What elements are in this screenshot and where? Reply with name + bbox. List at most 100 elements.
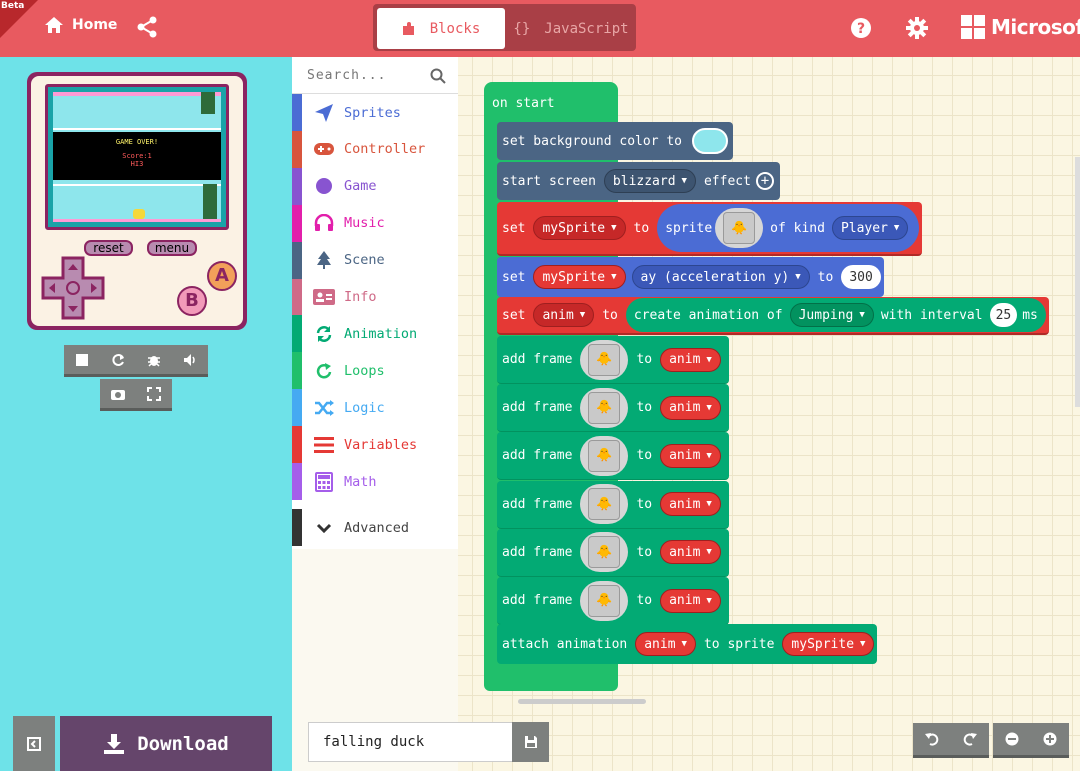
stop-button[interactable] — [64, 345, 100, 377]
set-anim-block[interactable]: set anim ▼ to create animation of Jumping… — [497, 297, 1049, 335]
frame-image-slot[interactable]: 🐥 — [580, 532, 629, 573]
category-sprites[interactable]: Sprites — [292, 94, 458, 131]
circle-icon — [313, 175, 335, 197]
property-dropdown[interactable]: ay (acceleration y) ▼ — [631, 265, 810, 289]
microsoft-windows-icon — [961, 15, 985, 39]
toolbox-search[interactable]: Search... — [292, 57, 458, 94]
variable-dropdown[interactable]: mySprite ▼ — [533, 216, 626, 240]
a-button[interactable]: A — [207, 261, 237, 291]
tab-javascript[interactable]: {} JavaScript — [509, 8, 633, 49]
zoom-out-button[interactable] — [993, 723, 1031, 758]
save-icon — [524, 736, 537, 748]
category-music[interactable]: Music — [292, 204, 458, 242]
loop-icon — [313, 360, 335, 382]
share-button[interactable] — [136, 16, 158, 38]
variable-dropdown[interactable]: mySprite ▼ — [533, 265, 626, 289]
category-info[interactable]: Info — [292, 278, 458, 316]
blocks-workspace[interactable]: on start set background color to start s… — [458, 57, 1080, 771]
download-button[interactable]: Download — [60, 716, 272, 771]
variable-dropdown[interactable]: anim ▼ — [660, 347, 721, 372]
kind-dropdown[interactable]: Player ▼ — [831, 216, 909, 240]
home-icon — [45, 17, 63, 33]
set-sprite-block[interactable]: set mySprite ▼ to sprite 🐥 of kind Player… — [497, 202, 923, 256]
start-screen-block[interactable]: start screen blizzard ▼ effect + — [497, 162, 780, 200]
variable-dropdown[interactable]: anim ▼ — [660, 540, 721, 565]
interval-value[interactable]: 25 — [989, 303, 1018, 327]
microsoft-logo[interactable]: Microsoft — [961, 15, 1080, 39]
mute-button[interactable] — [172, 345, 208, 377]
redo-button[interactable] — [951, 723, 989, 758]
add-frame-block[interactable]: add frame 🐥 to anim ▼ — [497, 336, 729, 384]
ms-label: ms — [1022, 307, 1038, 323]
debug-button[interactable] — [136, 345, 172, 377]
project-name-input[interactable]: falling duck — [323, 734, 424, 750]
screenshot-button[interactable] — [100, 379, 136, 411]
create-animation-block[interactable]: create animation of Jumping ▼ with interv… — [625, 298, 1046, 332]
add-frame-block[interactable]: add frame 🐥 to anim ▼ — [497, 528, 729, 577]
add-plus-icon[interactable]: + — [755, 172, 774, 190]
duck-icon: 🐥 — [588, 488, 621, 521]
frame-image-slot[interactable]: 🐥 — [580, 435, 629, 476]
tab-blocks[interactable]: Blocks — [377, 8, 505, 49]
collapse-simulator-button[interactable] — [13, 716, 55, 771]
home-button[interactable]: Home — [44, 16, 117, 34]
settings-button[interactable] — [906, 17, 928, 39]
sprite-create-block[interactable]: sprite 🐥 of kind Player ▼ — [657, 204, 920, 252]
category-logic[interactable]: Logic — [292, 389, 458, 427]
add-frame-block[interactable]: add frame 🐥 to anim ▼ — [497, 577, 729, 625]
background-color-swatch[interactable] — [692, 128, 729, 154]
add-frame-block[interactable]: add frame 🐥 to anim ▼ — [497, 432, 729, 481]
category-label: Info — [344, 289, 377, 305]
set-acceleration-block[interactable]: set mySprite ▼ ay (acceleration y) ▼ to 30… — [497, 257, 884, 297]
variable-dropdown[interactable]: anim ▼ — [660, 588, 721, 613]
category-animation[interactable]: Animation — [292, 315, 458, 353]
help-button[interactable]: ? — [850, 17, 872, 39]
project-name-field[interactable]: falling duck — [308, 722, 549, 762]
category-scene[interactable]: Scene — [292, 241, 458, 279]
frame-image-slot[interactable]: 🐥 — [580, 484, 629, 525]
sprite-image-slot[interactable]: 🐥 — [715, 208, 764, 248]
dpad[interactable] — [41, 256, 105, 320]
add-frame-block[interactable]: add frame 🐥 to anim ▼ — [497, 384, 729, 433]
frame-image-slot[interactable]: 🐥 — [580, 339, 629, 380]
effect-dropdown[interactable]: blizzard ▼ — [603, 169, 696, 193]
menu-button[interactable]: menu — [147, 240, 197, 256]
attach-animation-block[interactable]: attach animation anim ▼ to sprite mySprit… — [497, 624, 878, 664]
duck-icon: 🐥 — [588, 584, 621, 617]
undo-button[interactable] — [913, 723, 951, 758]
category-game[interactable]: Game — [292, 167, 458, 205]
frame-image-slot[interactable]: 🐥 — [580, 580, 629, 621]
animation-type-dropdown[interactable]: Jumping ▼ — [789, 303, 874, 327]
search-input[interactable]: Search... — [307, 68, 386, 83]
category-controller[interactable]: Controller — [292, 130, 458, 168]
variable-dropdown[interactable]: anim ▼ — [660, 492, 721, 517]
category-advanced[interactable]: Advanced — [292, 509, 458, 546]
category-math[interactable]: Math — [292, 463, 458, 500]
b-button[interactable]: B — [177, 286, 207, 316]
variable-dropdown[interactable]: anim ▼ — [660, 443, 721, 468]
fullscreen-button[interactable] — [136, 379, 172, 411]
horizontal-scrollbar[interactable] — [518, 699, 646, 704]
frame-image-slot[interactable]: 🐥 — [580, 387, 629, 428]
add-frame-block[interactable]: add frame 🐥 to anim ▼ — [497, 480, 729, 529]
variable-dropdown[interactable]: anim ▼ — [533, 303, 595, 327]
variable-dropdown[interactable]: anim ▼ — [635, 632, 696, 656]
vertical-scrollbar[interactable] — [1075, 157, 1080, 407]
save-button[interactable] — [512, 722, 549, 762]
game-device: GAME OVER! Score:1 HI3 reset menu A B — [27, 72, 247, 330]
zoom-in-button[interactable] — [1031, 723, 1069, 758]
restart-button[interactable] — [100, 345, 136, 377]
sprite-variable-dropdown[interactable]: mySprite ▼ — [782, 632, 875, 656]
game-screen[interactable]: GAME OVER! Score:1 HI3 — [53, 92, 221, 222]
help-icon: ? — [851, 18, 871, 38]
home-label: Home — [72, 17, 118, 33]
editor-toggle: Blocks {} JavaScript — [373, 4, 636, 51]
variable-dropdown[interactable]: anim ▼ — [660, 395, 721, 420]
set-background-block[interactable]: set background color to — [497, 122, 734, 160]
duck-sprite — [133, 209, 145, 219]
acceleration-value[interactable]: 300 — [841, 265, 881, 289]
reset-button[interactable]: reset — [84, 240, 133, 256]
category-variables[interactable]: Variables — [292, 426, 458, 464]
category-loops[interactable]: Loops — [292, 352, 458, 390]
set-label: set — [502, 307, 526, 323]
